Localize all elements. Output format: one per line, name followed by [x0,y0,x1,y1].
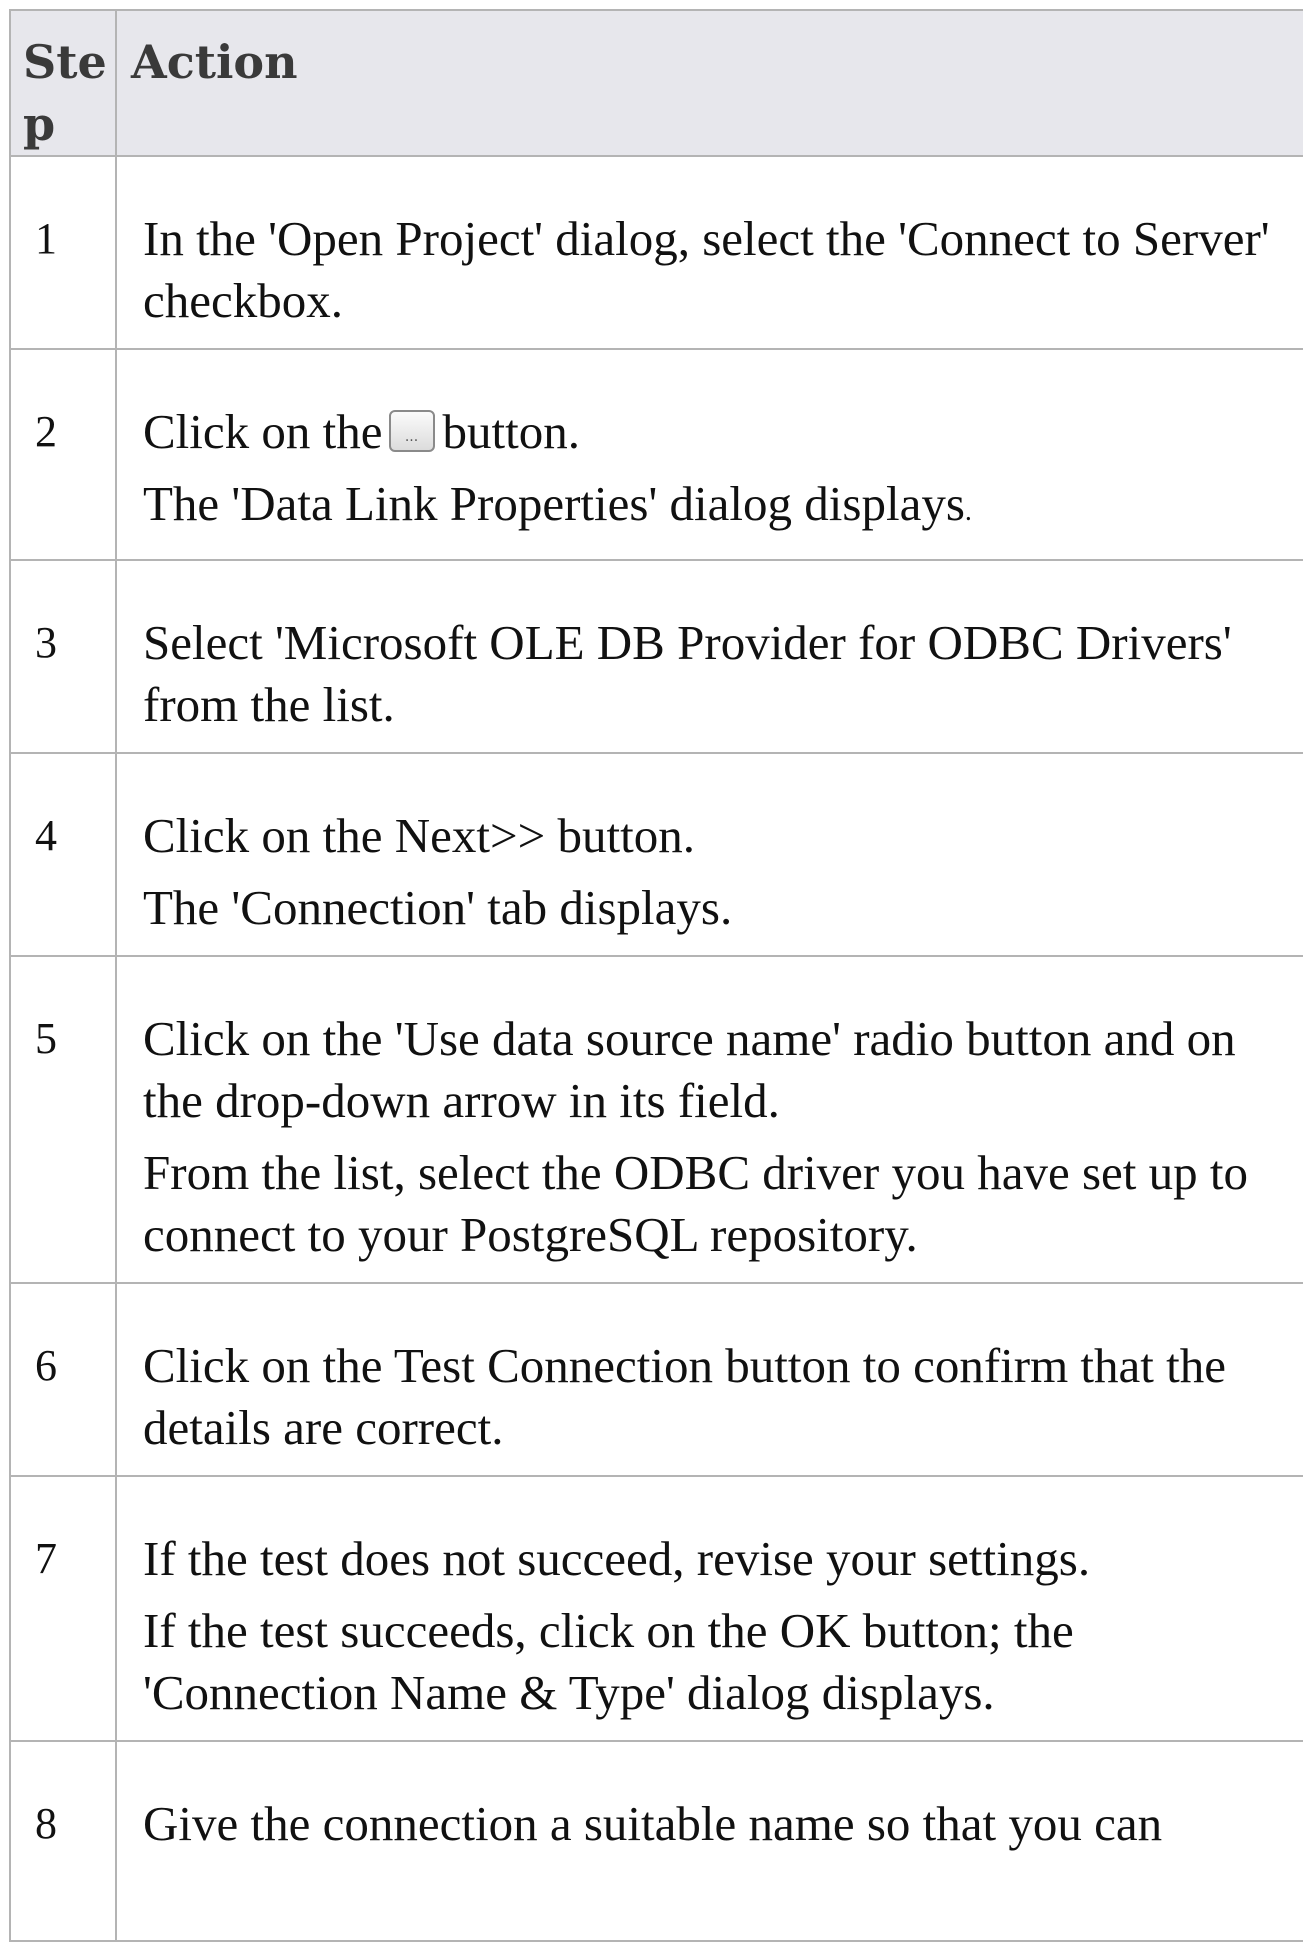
step-number: 7 [9,1475,117,1742]
step-text: In the 'Open Project' dialog, select the… [143,211,1270,328]
table-row: 6 Click on the Test Connection button to… [9,1282,1303,1477]
step-text: The 'Connection' tab displays. [143,880,733,935]
step-action: Click on the Next>> button. The 'Connect… [115,752,1303,957]
step-text: Click on the... button. [143,401,1279,463]
step-text-part: button. [442,404,581,459]
ellipsis-glyph: ... [404,429,419,445]
table-row: 2 Click on the... button. The 'Data Link … [9,348,1303,561]
table-row: 7 If the test does not succeed, revise y… [9,1475,1303,1742]
step-text: Click on the Test Connection button to c… [143,1338,1227,1455]
step-text: If the test does not succeed, revise you… [143,1531,1091,1586]
table-header-row: Step Action [9,9,1303,157]
table-row: 4 Click on the Next>> button. The 'Conne… [9,752,1303,957]
step-text: The 'Data Link Properties' dialog displa… [143,473,1279,543]
table-row: 1 In the 'Open Project' dialog, select t… [9,155,1303,350]
steps-table: Step Action 1 In the 'Open Project' dial… [9,9,1303,1942]
step-text: Give the connection a suitable name so t… [143,1796,1163,1851]
browse-button-icon: ... [388,410,435,452]
step-action: Click on the Test Connection button to c… [115,1282,1303,1477]
step-number: 2 [9,348,117,561]
step-text-part: The 'Data Link Properties' dialog displa… [143,476,965,531]
table-row: 5 Click on the 'Use data source name' ra… [9,955,1303,1284]
step-action: Give the connection a suitable name so t… [115,1740,1303,1942]
table-row: 8 Give the connection a suitable name so… [9,1740,1303,1942]
step-text: If the test succeeds, click on the OK bu… [143,1603,1074,1720]
step-text: From the list, select the ODBC driver yo… [143,1145,1249,1262]
step-text-period: . [964,496,972,527]
step-action: In the 'Open Project' dialog, select the… [115,155,1303,350]
step-number: 1 [9,155,117,350]
step-text: Select 'Microsoft OLE DB Provider for OD… [143,615,1232,732]
step-column-header: Step [9,9,117,157]
table-row: 3 Select 'Microsoft OLE DB Provider for … [9,559,1303,754]
step-number: 8 [9,1740,117,1942]
step-text: Click on the Next>> button. [143,808,696,863]
step-action: Select 'Microsoft OLE DB Provider for OD… [115,559,1303,754]
step-number: 4 [9,752,117,957]
step-action: If the test does not succeed, revise you… [115,1475,1303,1742]
action-column-header: Action [115,9,1303,157]
step-action: Click on the... button. The 'Data Link Pr… [115,348,1303,561]
step-number: 5 [9,955,117,1284]
step-number: 6 [9,1282,117,1477]
step-number: 3 [9,559,117,754]
step-text: Click on the 'Use data source name' radi… [143,1011,1236,1128]
step-action: Click on the 'Use data source name' radi… [115,955,1303,1284]
step-text-part: Click on the [143,404,383,459]
